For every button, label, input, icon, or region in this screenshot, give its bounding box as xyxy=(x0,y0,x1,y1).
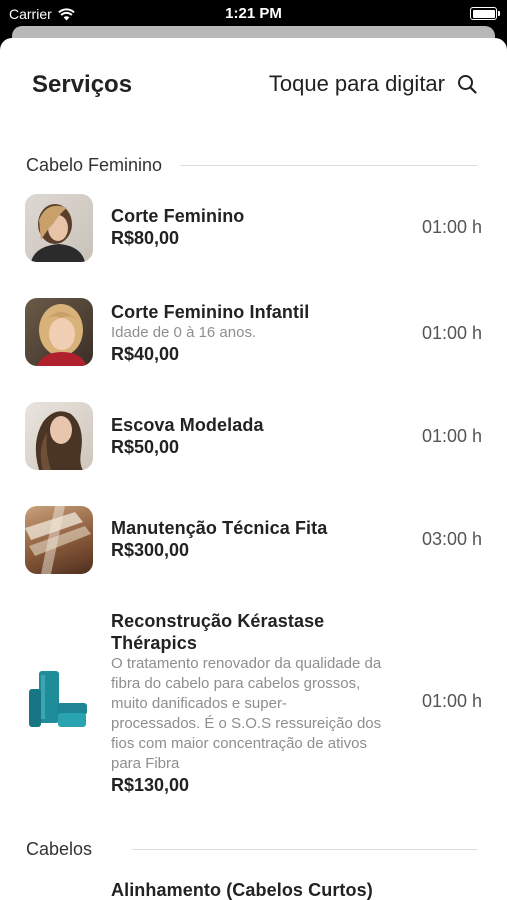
services-sheet: Serviços Toque para digitar Cabelo Femin… xyxy=(0,38,507,900)
service-description-line: fibra do cabelo para cabelos grossos, xyxy=(111,675,361,692)
service-text: Escova Modelada R$50,00 xyxy=(111,414,416,458)
service-title: Manutenção Técnica Fita xyxy=(111,518,328,538)
status-time: 1:21 PM xyxy=(225,5,282,22)
service-description-line: muito danificados e super- xyxy=(111,695,287,712)
service-title: Corte Feminino xyxy=(111,206,245,226)
service-text: Corte Feminino R$80,00 xyxy=(111,205,416,249)
service-item-corte-feminino[interactable]: Corte Feminino R$80,00 01:00 h xyxy=(0,193,507,263)
service-description-line: para Fibra xyxy=(111,755,180,772)
service-item-reconstrucao-kerastase[interactable]: Reconstrução Kérastase Thérapics O trata… xyxy=(0,610,507,800)
service-text: Reconstrução Kérastase Thérapics O trata… xyxy=(111,610,416,796)
section-divider xyxy=(180,164,477,166)
service-text: Corte Feminino Infantil Idade de 0 à 16 … xyxy=(111,301,416,365)
service-thumbnail xyxy=(25,506,93,574)
service-duration: 01:00 h xyxy=(421,323,482,343)
service-price: R$300,00 xyxy=(111,540,190,560)
service-title: Corte Feminino Infantil xyxy=(111,302,310,322)
service-title: Escova Modelada xyxy=(111,415,264,435)
header: Serviços Toque para digitar xyxy=(0,38,507,133)
service-duration: 03:00 h xyxy=(421,529,482,549)
service-duration: 01:00 h xyxy=(421,426,482,446)
battery-icon xyxy=(470,7,500,20)
service-duration: 01:00 h xyxy=(421,217,482,237)
service-description-line: processados. É o S.O.S ressureição dos xyxy=(111,715,382,732)
service-title: Alinhamento (Cabelos Curtos) xyxy=(111,880,373,900)
service-text: Manutenção Técnica Fita R$300,00 xyxy=(111,517,416,561)
service-title-line-1: Reconstrução Kérastase xyxy=(111,611,325,631)
search-trigger[interactable]: Toque para digitar xyxy=(269,71,477,97)
service-description-line: fios com maior concentração de ativos xyxy=(111,735,367,752)
service-price: R$130,00 xyxy=(111,775,190,795)
service-description: Idade de 0 à 16 anos. xyxy=(111,324,257,341)
service-item-corte-feminino-infantil[interactable]: Corte Feminino Infantil Idade de 0 à 16 … xyxy=(0,296,507,366)
service-duration: 01:00 h xyxy=(421,691,482,711)
section-title: Cabelo Feminino xyxy=(26,154,163,175)
service-description-line: O tratamento renovador da qualidade da xyxy=(111,655,382,672)
service-thumbnail xyxy=(25,298,93,366)
service-title-line-2: Thérapics xyxy=(111,633,197,653)
section-divider xyxy=(132,848,477,850)
service-price: R$80,00 xyxy=(111,228,180,248)
page-title: Serviços xyxy=(32,71,133,98)
service-item-manutencao-tecnica-fita[interactable]: Manutenção Técnica Fita R$300,00 03:00 h xyxy=(0,504,507,574)
service-thumbnail xyxy=(25,402,93,470)
service-thumbnail xyxy=(25,667,93,735)
service-text: Alinhamento (Cabelos Curtos) xyxy=(111,879,416,900)
service-item-escova-modelada[interactable]: Escova Modelada R$50,00 01:00 h xyxy=(0,401,507,471)
section-title: Cabelos xyxy=(26,838,93,859)
service-item-alinhamento[interactable]: Alinhamento (Cabelos Curtos) xyxy=(0,878,507,900)
section-header-cabelos: Cabelos xyxy=(26,837,477,861)
section-header-cabelo-feminino: Cabelo Feminino xyxy=(26,153,477,177)
search-icon[interactable] xyxy=(457,74,477,94)
service-thumbnail xyxy=(25,194,93,262)
service-price: R$50,00 xyxy=(111,437,180,457)
status-bar: Carrier 1:21 PM xyxy=(0,0,507,28)
search-label[interactable]: Toque para digitar xyxy=(269,71,445,97)
service-price: R$40,00 xyxy=(111,344,180,364)
